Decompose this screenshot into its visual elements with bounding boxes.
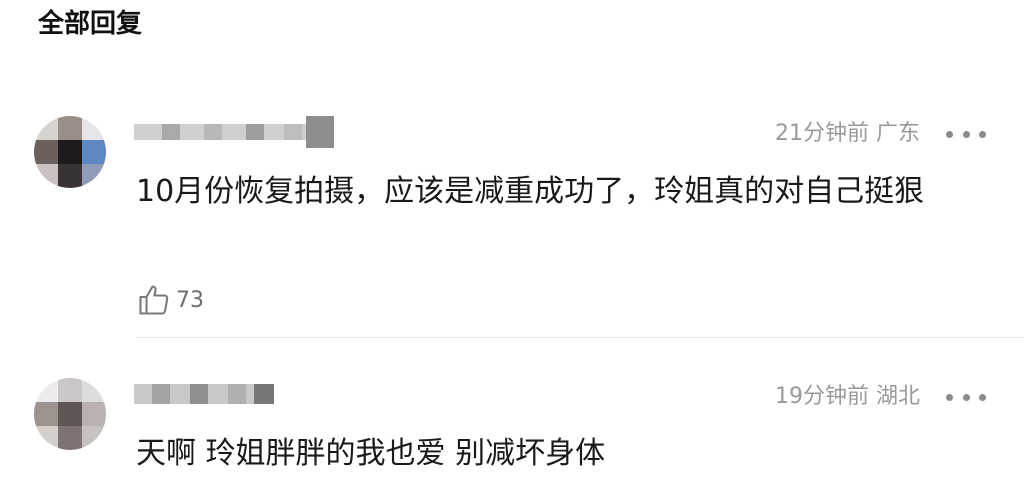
username-blurred[interactable] xyxy=(134,378,274,410)
more-icon[interactable] xyxy=(946,119,986,149)
comment-meta: 19分钟前 湖北 xyxy=(775,384,920,409)
comment-text: 10月份恢复拍摄，应该是减重成功了，玲姐真的对自己挺狠 xyxy=(136,174,925,209)
page-title: 全部回复 xyxy=(38,9,143,39)
comment-meta: 21分钟前 广东 xyxy=(775,121,920,146)
more-icon[interactable] xyxy=(946,382,986,412)
thumbs-up-icon xyxy=(139,285,169,315)
username-blurred[interactable] xyxy=(134,116,334,148)
comment-text: 天啊 玲姐胖胖的我也爱 别减坏身体 xyxy=(136,436,606,471)
like-count: 73 xyxy=(176,287,204,313)
avatar[interactable] xyxy=(34,378,106,450)
like-button[interactable]: 73 xyxy=(136,282,204,318)
avatar[interactable] xyxy=(34,116,106,188)
comment-divider xyxy=(136,337,1024,338)
